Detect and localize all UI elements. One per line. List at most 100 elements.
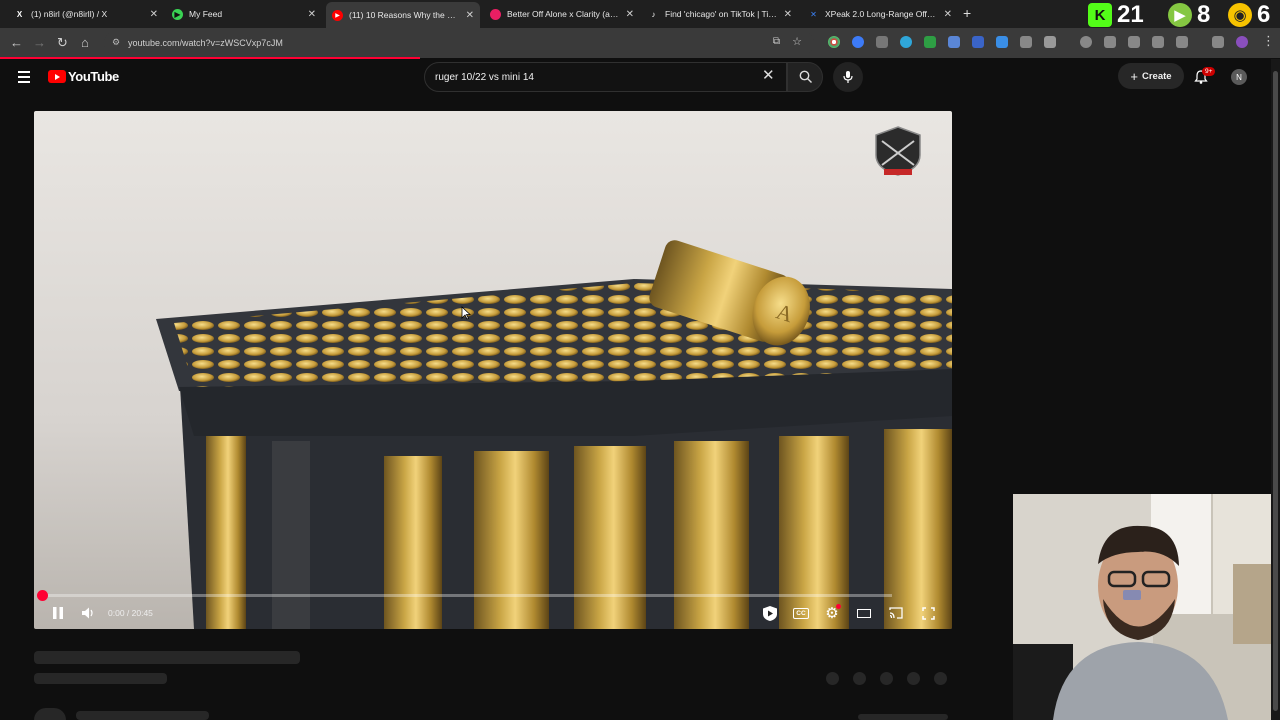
kick-counter: K 21 — [1088, 1, 1144, 28]
search-input[interactable]: ruger 10/22 vs mini 14 — [424, 62, 787, 92]
action-skeleton-dot — [934, 672, 947, 685]
close-tab-icon[interactable]: ✕ — [466, 10, 474, 21]
extension-green-icon[interactable] — [924, 36, 936, 48]
bookmark-star-icon[interactable]: ☆ — [792, 35, 802, 48]
browser-tab-xpeak[interactable]: ✕ XPeak 2.0 Long-Range Off-Roa ✕ — [802, 3, 958, 25]
create-button[interactable]: + Create — [1118, 63, 1184, 89]
record-icon — [490, 8, 501, 20]
rumble-count: 8 — [1197, 1, 1211, 28]
extension-tools-icon[interactable] — [1020, 36, 1032, 48]
channel-avatar-skeleton — [34, 708, 66, 720]
history-icon[interactable] — [1080, 36, 1092, 48]
channel-watermark-logo[interactable] — [868, 125, 928, 177]
subtitle-skeleton-placeholder — [34, 673, 167, 684]
reload-icon[interactable]: ↻ — [57, 35, 68, 51]
browser-tab-better-off-alone[interactable]: Better Off Alone x Clarity (agai ✕ — [484, 3, 640, 25]
address-bar[interactable]: ⚙ youtube.com/watch?v=zWSCVxp7cJM ⧉ ☆ — [104, 31, 814, 55]
extension-chrome-icon[interactable] — [828, 36, 840, 48]
theater-mode-icon — [857, 608, 871, 618]
notification-count-badge: 9+ — [1202, 67, 1216, 76]
tab-search-icon[interactable] — [1212, 36, 1224, 48]
browser-tab-tiktok[interactable]: ♪ Find 'chicago' on TikTok | TikTo ✕ — [642, 3, 798, 25]
close-tab-icon[interactable]: ✕ — [944, 9, 952, 20]
action-skeleton-dot — [907, 672, 920, 685]
forward-arrow-icon[interactable]: → — [33, 35, 46, 50]
home-icon[interactable]: ⌂ — [81, 35, 89, 50]
play-feed-icon: ▶ — [172, 8, 183, 20]
side-panel-icon[interactable] — [1176, 36, 1188, 48]
extension-vpn-icon[interactable] — [900, 36, 912, 48]
tab-title: XPeak 2.0 Long-Range Off-Roa — [825, 9, 938, 19]
youtube-icon: ▶ — [332, 9, 343, 21]
streamer-webcam-overlay — [1013, 494, 1280, 720]
sponsorblock-button[interactable] — [760, 604, 780, 622]
youtube-wordmark: YouTube — [68, 69, 119, 84]
download-icon[interactable] — [1104, 36, 1116, 48]
hamburger-menu-icon[interactable] — [18, 71, 30, 86]
settings-button[interactable]: ⚙ — [823, 604, 841, 622]
subscribe-skeleton — [858, 714, 948, 720]
microphone-icon — [843, 71, 853, 83]
back-arrow-icon[interactable]: ← — [10, 35, 23, 50]
tab-title: (1) n8irl (@n8irll) / X — [31, 9, 108, 19]
shield-icon — [763, 605, 777, 621]
extension-shield-icon[interactable] — [996, 36, 1008, 48]
reading-list-icon[interactable] — [1152, 36, 1164, 48]
mask-icon: ◉ — [1228, 3, 1252, 27]
browser-tab-youtube-active[interactable]: ▶ (11) 10 Reasons Why the Ruger ✕ — [326, 2, 480, 28]
site-info-icon[interactable]: ⚙ — [112, 37, 120, 48]
extensions-puzzle-icon[interactable] — [1044, 36, 1056, 48]
volume-button[interactable] — [80, 604, 96, 622]
browser-tab-x[interactable]: X (1) n8irl (@n8irll) / X ✕ — [8, 3, 164, 25]
extension-window-icon[interactable] — [948, 36, 960, 48]
devtools-icon[interactable] — [1128, 36, 1140, 48]
pause-button[interactable] — [50, 604, 66, 622]
close-tab-icon[interactable]: ✕ — [150, 9, 158, 20]
profile-avatar-icon[interactable] — [1236, 36, 1248, 48]
new-tab-plus-icon[interactable]: + — [963, 5, 971, 21]
subtitles-button[interactable]: CC — [792, 604, 810, 622]
plus-icon: + — [1130, 68, 1138, 84]
url-text: youtube.com/watch?v=zWSCVxp7cJM — [128, 38, 283, 48]
progress-scrubber-handle[interactable] — [37, 590, 48, 601]
tab-title: (11) 10 Reasons Why the Ruger — [349, 10, 460, 20]
x-logo-icon: X — [16, 9, 23, 19]
webcam-person-image — [1013, 494, 1280, 720]
video-frame-ammo-box: A — [34, 111, 952, 629]
extension-glasses-icon[interactable] — [876, 36, 888, 48]
close-tab-icon[interactable]: ✕ — [626, 9, 634, 20]
tab-title: Find 'chicago' on TikTok | TikTo — [665, 9, 778, 19]
browser-tab-my-feed[interactable]: ▶ My Feed ✕ — [166, 3, 322, 25]
x-logo-icon: ✕ — [810, 9, 817, 19]
browser-tab-strip: X (1) n8irl (@n8irll) / X ✕ ▶ My Feed ✕ … — [0, 0, 1280, 28]
youtube-play-logo-icon — [48, 70, 66, 83]
scrollbar-thumb[interactable] — [1273, 71, 1278, 711]
video-player[interactable]: A 0:00 / 20:45 CC ⚙ — [34, 111, 952, 629]
browser-menu-icon[interactable]: ⋮ — [1262, 33, 1275, 49]
account-avatar[interactable]: N — [1231, 69, 1247, 85]
kick-count: 21 — [1117, 1, 1144, 28]
tab-title: Better Off Alone x Clarity (agai — [507, 9, 620, 19]
fullscreen-button[interactable] — [919, 604, 937, 622]
video-progress-bar[interactable] — [42, 594, 892, 597]
theater-mode-button[interactable] — [855, 604, 873, 622]
video-time-display: 0:00 / 20:45 — [108, 608, 153, 618]
page-scrollbar[interactable] — [1271, 59, 1280, 720]
channel-name-skeleton — [76, 711, 209, 720]
create-label: Create — [1142, 70, 1172, 82]
close-tab-icon[interactable]: ✕ — [784, 9, 792, 20]
voice-search-button[interactable] — [833, 62, 863, 92]
cast-button[interactable] — [887, 604, 905, 622]
tab-title: My Feed — [189, 9, 223, 19]
action-skeleton-dot — [826, 672, 839, 685]
extension-blue-dot-icon[interactable] — [852, 36, 864, 48]
youtube-logo[interactable]: YouTube — [48, 69, 119, 84]
cast-page-icon[interactable]: ⧉ — [773, 36, 780, 47]
browser-toolbar: ← → ↻ ⌂ ⚙ youtube.com/watch?v=zWSCVxp7cJ… — [0, 28, 1280, 58]
cast-icon — [889, 607, 903, 619]
extension-translate-icon[interactable] — [972, 36, 984, 48]
clear-search-icon[interactable]: ✕ — [762, 66, 775, 84]
close-tab-icon[interactable]: ✕ — [308, 9, 316, 20]
title-skeleton-placeholder — [34, 651, 300, 664]
search-button[interactable] — [787, 62, 823, 92]
